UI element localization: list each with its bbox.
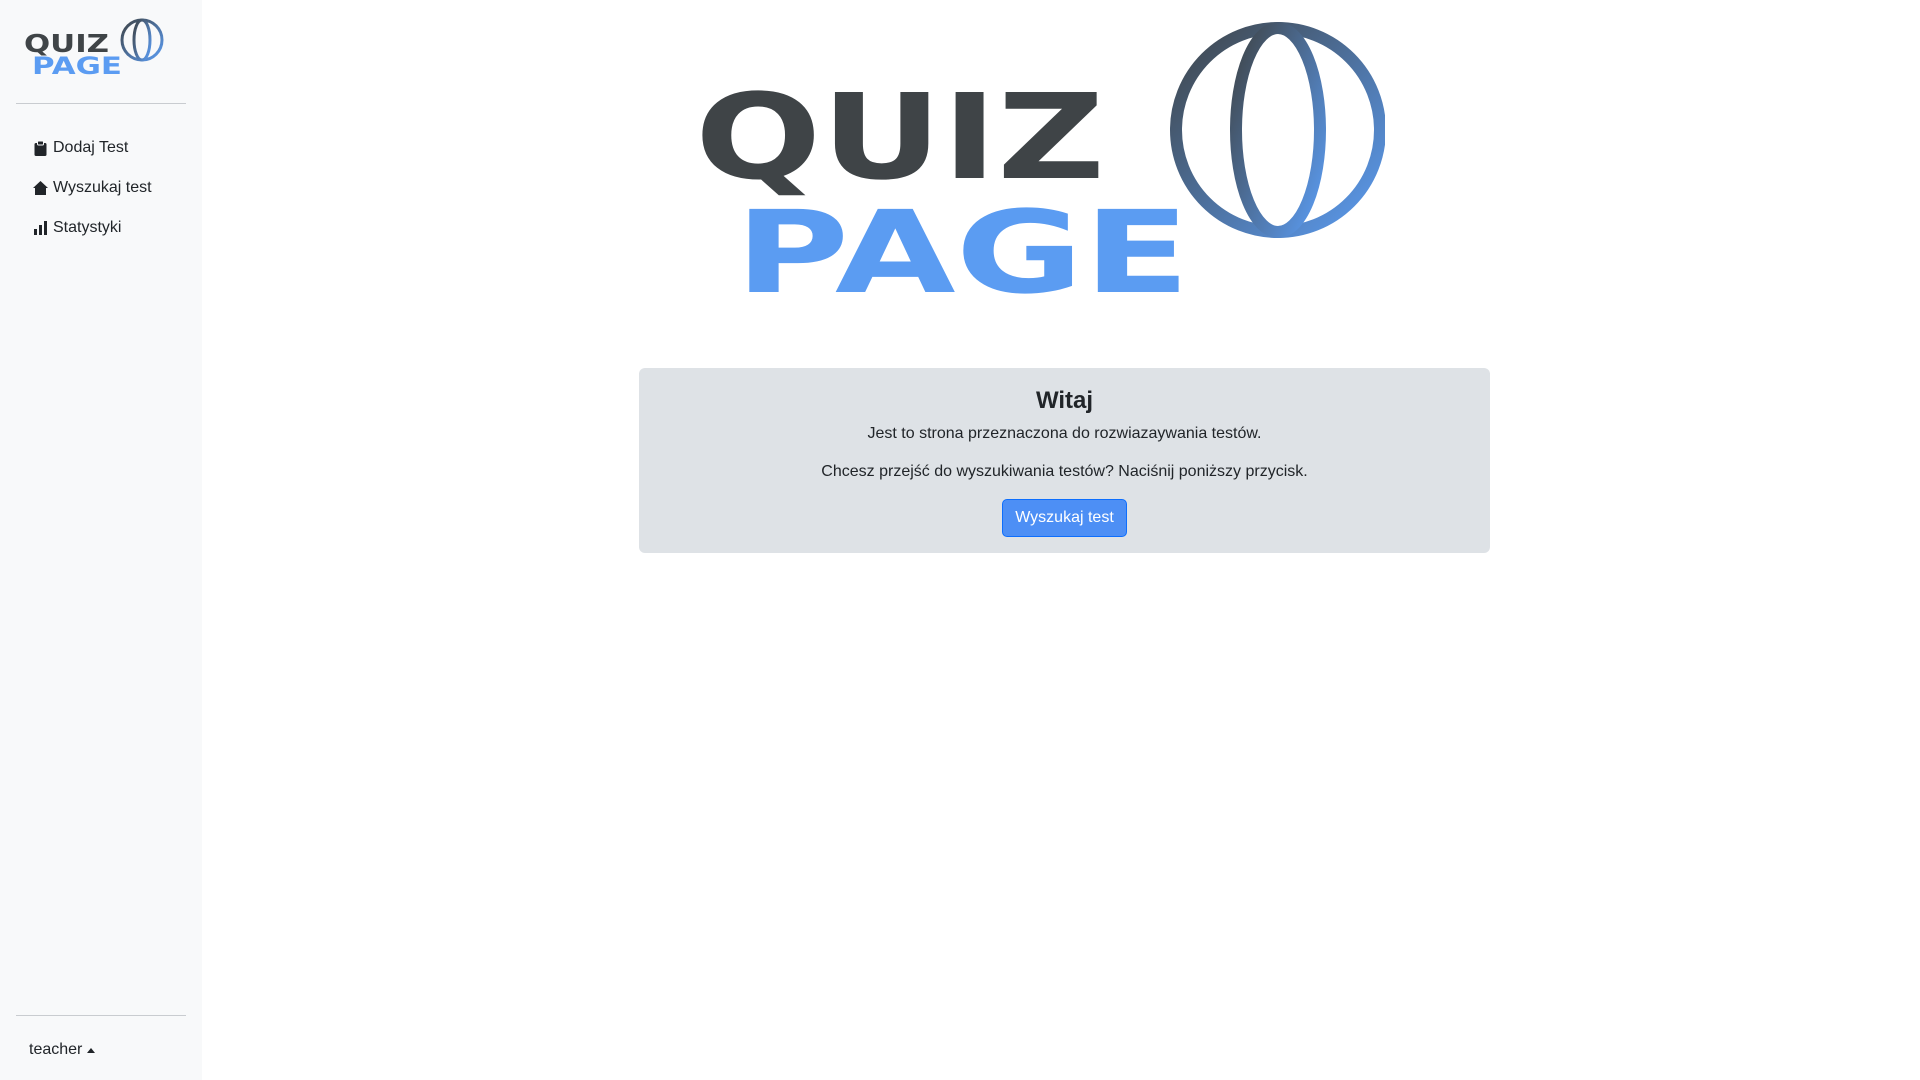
svg-text:PAGE: PAGE: [735, 186, 1190, 300]
globe-icon: [120, 18, 164, 62]
caret-up-icon: [87, 1047, 96, 1053]
sidebar-item-label: Dodaj Test: [53, 139, 129, 156]
sidebar-item-dodaj-test[interactable]: Dodaj Test: [16, 128, 186, 168]
welcome-description: Jest to strona przeznaczona do rozwiazay…: [867, 425, 1262, 442]
user-name: teacher: [29, 1041, 83, 1058]
welcome-prompt: Chcesz przejść do wyszukiwania testów? N…: [821, 463, 1308, 480]
sidebar: QUIZ PAGE Dodaj Test Wyszukaj test Staty…: [0, 0, 202, 1080]
welcome-title: Witaj: [1035, 387, 1094, 414]
sidebar-item-label: Wyszukaj test: [53, 179, 152, 196]
brand-logo[interactable]: QUIZ PAGE: [24, 18, 169, 78]
user-menu[interactable]: teacher: [29, 1041, 96, 1059]
clipboard-icon: [32, 140, 48, 156]
sidebar-item-statystyki[interactable]: Statystyki: [16, 208, 186, 248]
bar-chart-icon: [32, 220, 48, 236]
welcome-card: Witaj Jest to strona przeznaczona do roz…: [639, 368, 1490, 553]
sidebar-item-wyszukaj-test[interactable]: Wyszukaj test: [16, 168, 186, 208]
search-test-button[interactable]: Wyszukaj test: [1002, 499, 1127, 537]
sidebar-divider-top: [16, 103, 186, 104]
svg-text:PAGE: PAGE: [32, 52, 122, 78]
sidebar-nav: Dodaj Test Wyszukaj test Statystyki: [16, 128, 186, 248]
home-icon: [32, 180, 48, 196]
sidebar-item-label: Statystyki: [53, 219, 122, 236]
globe-icon: [1170, 22, 1385, 238]
hero-logo: QUIZ PAGE: [695, 22, 1385, 300]
sidebar-divider-bottom: [16, 1015, 186, 1016]
